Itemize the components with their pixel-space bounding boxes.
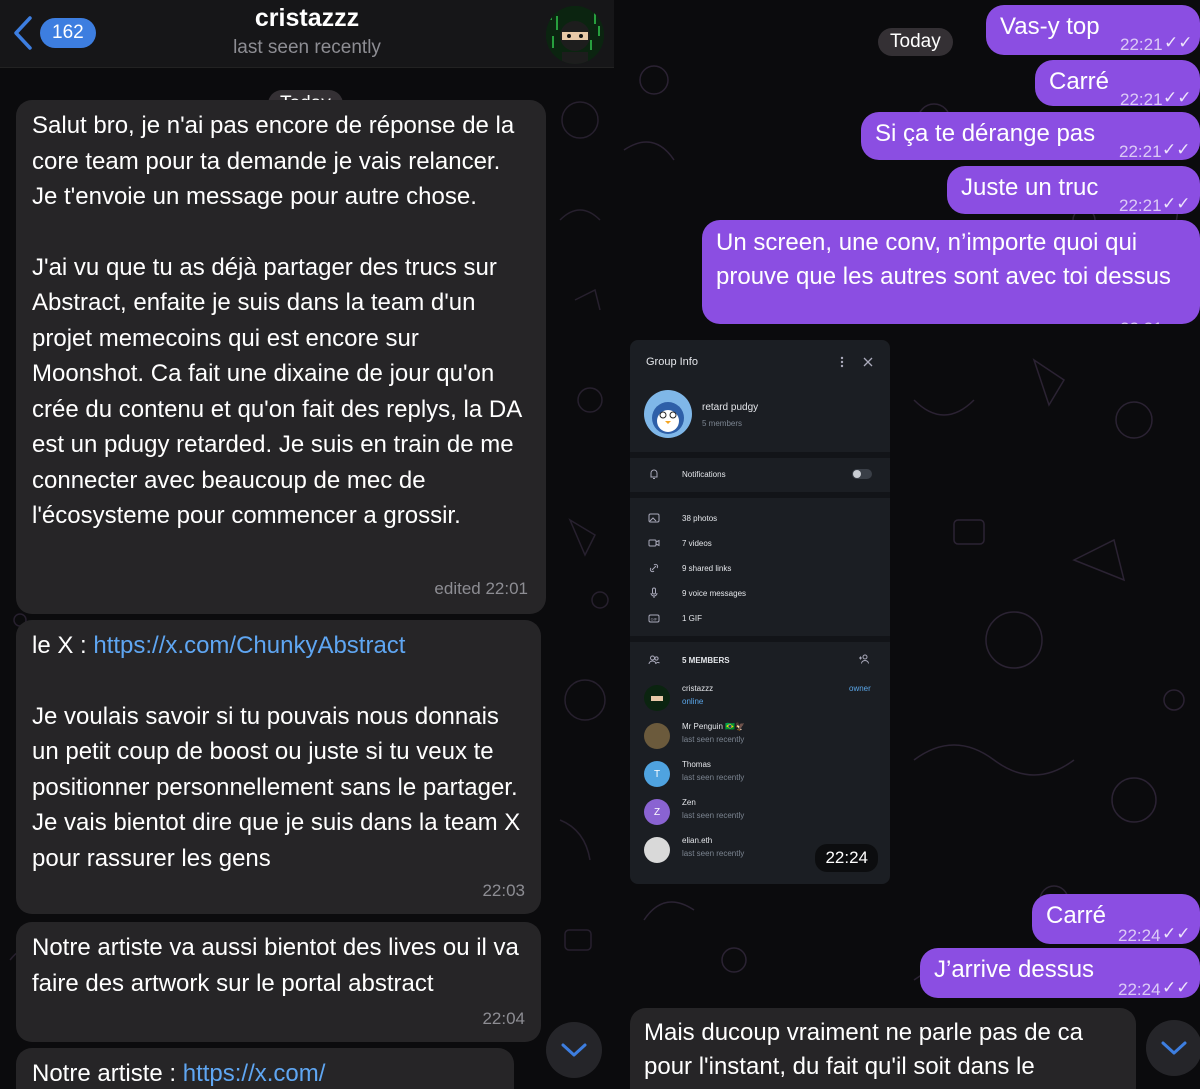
member-status: last seen recently	[682, 849, 745, 858]
avatar: Z	[644, 799, 670, 825]
group-avatar	[644, 390, 692, 438]
divider	[630, 492, 890, 498]
message-text: Vas-y top	[1000, 13, 1100, 40]
left-chat-panel: 162 cristazzz last seen recently Today S…	[0, 0, 614, 1089]
member-name: Thomas	[682, 760, 711, 769]
message-prefix: le X :	[32, 632, 94, 659]
media-gif[interactable]: 1 GIF	[682, 614, 702, 623]
members-icon	[648, 655, 660, 665]
message-bubble[interactable]: Mais ducoup vraiment ne parle pas de ca …	[630, 1008, 1136, 1089]
divider	[630, 636, 890, 642]
photo-icon	[648, 513, 660, 523]
media-photos[interactable]: 38 photos	[682, 514, 717, 523]
chat-header: 162 cristazzz last seen recently	[0, 0, 614, 68]
group-name: retard pudgy	[702, 402, 759, 413]
avatar	[644, 837, 670, 863]
group-member-count: 5 members	[702, 419, 743, 428]
message-text: Un screen, une conv, n’importe quoi qui …	[716, 229, 1171, 290]
media-videos[interactable]: 7 videos	[682, 539, 712, 548]
chat-status: last seen recently	[233, 37, 381, 58]
outgoing-message[interactable]: Vas-y top 22:21 ✓✓	[986, 5, 1200, 55]
media-links[interactable]: 9 shared links	[682, 564, 731, 573]
message-text: Notre artiste va aussi bientot des lives…	[32, 934, 519, 997]
message-time: 22:04	[482, 1008, 525, 1028]
chevron-down-icon	[561, 1043, 587, 1057]
close-icon	[863, 357, 873, 367]
penguin-avatar-image	[652, 402, 684, 434]
double-check-icon: ✓✓	[1162, 978, 1191, 997]
member-name: cristazzz	[682, 684, 714, 693]
message-time: 22:21	[1120, 35, 1163, 54]
outgoing-message[interactable]: Si ça te dérange pas 22:21 ✓✓	[861, 112, 1200, 161]
message-bubble[interactable]: Notre artiste va aussi bientot des lives…	[16, 922, 541, 1042]
group-info-screenshot[interactable]: Group Info retard pudgy 5 members Notifi…	[630, 340, 890, 884]
message-time: 22:21	[1120, 312, 1163, 324]
message-bubble[interactable]: Notre artiste : https://x.com/	[16, 1048, 514, 1089]
message-time: 22:24	[815, 844, 878, 872]
message-link[interactable]: https://x.com/	[183, 1060, 326, 1087]
scroll-down-button[interactable]	[546, 1022, 602, 1078]
member-status: last seen recently	[682, 773, 745, 782]
member-status: last seen recently	[682, 735, 745, 744]
message-time: 22:24	[1118, 980, 1161, 999]
message-time: edited 22:01	[434, 578, 528, 598]
message-text: Si ça te dérange pas	[875, 120, 1096, 147]
member-name: elian.eth	[682, 836, 713, 845]
group-info-title: Group Info	[646, 356, 698, 368]
chat-title[interactable]: cristazzz	[0, 4, 614, 33]
right-chat-panel: Today Vas-y top 22:21 ✓✓ Carré 22:21 ✓✓ …	[614, 0, 1200, 1089]
double-check-icon: ✓✓	[1162, 140, 1191, 159]
message-prefix: Notre artiste :	[32, 1060, 183, 1087]
gif-icon: GIF	[648, 614, 660, 623]
message-time: 22:21	[1119, 196, 1162, 215]
member-status: online	[682, 697, 704, 706]
message-time: 22:21	[1119, 142, 1162, 161]
member-name: Zen	[682, 798, 696, 807]
avatar[interactable]	[546, 6, 604, 64]
message-time: 22:03	[482, 880, 525, 900]
add-member-icon[interactable]	[858, 653, 870, 665]
message-text: J’arrive dessus	[934, 956, 1095, 983]
outgoing-message[interactable]: Carré 22:21 ✓✓	[1035, 60, 1200, 109]
member-status: last seen recently	[682, 811, 745, 820]
message-text: Salut bro, je n'ai pas encore de réponse…	[32, 112, 515, 210]
ninja-avatar-image	[546, 6, 604, 64]
member-name: Mr Penguin 🇧🇷🦅	[682, 722, 746, 731]
outgoing-message[interactable]: J’arrive dessus 22:24 ✓✓	[920, 948, 1200, 999]
media-voice[interactable]: 9 voice messages	[682, 589, 746, 598]
avatar	[644, 685, 670, 711]
member-role: owner	[849, 684, 871, 693]
notifications-toggle[interactable]	[852, 469, 872, 479]
double-check-icon: ✓✓	[1164, 33, 1193, 52]
message-text: Juste un truc	[961, 174, 1099, 201]
double-check-icon: ✓✓	[1163, 88, 1192, 107]
avatar: T	[644, 761, 670, 787]
date-separator: Today	[878, 28, 953, 56]
chevron-down-icon	[1161, 1041, 1187, 1055]
message-text: Carré	[1049, 68, 1110, 95]
svg-text:GIF: GIF	[651, 617, 658, 622]
message-text: Carré	[1046, 902, 1107, 929]
avatar	[644, 723, 670, 749]
outgoing-message[interactable]: Juste un truc 22:21 ✓✓	[947, 166, 1200, 215]
double-check-icon: ✓✓	[1162, 194, 1191, 213]
message-bubble[interactable]: le X : https://x.com/ChunkyAbstract Je v…	[16, 620, 541, 914]
more-icon	[840, 356, 844, 368]
scroll-down-button[interactable]	[1146, 1020, 1200, 1076]
message-text: Mais ducoup vraiment ne parle pas de ca …	[644, 1019, 1083, 1080]
notifications-label: Notifications	[682, 470, 726, 479]
divider	[630, 452, 890, 458]
bell-icon	[650, 469, 658, 479]
members-header: 5 MEMBERS	[682, 656, 730, 665]
outgoing-message[interactable]: Carré 22:24 ✓✓	[1032, 894, 1200, 945]
outgoing-message[interactable]: Un screen, une conv, n’importe quoi qui …	[702, 220, 1200, 324]
message-text: J'ai vu que tu as déjà partager des truc…	[32, 253, 521, 530]
message-text: Je voulais savoir si tu pouvais nous don…	[32, 702, 521, 872]
message-bubble[interactable]: Salut bro, je n'ai pas encore de réponse…	[16, 100, 546, 614]
video-icon	[648, 539, 660, 547]
message-link[interactable]: https://x.com/ChunkyAbstract	[93, 632, 405, 659]
double-check-icon: ✓✓	[1162, 924, 1191, 943]
mic-icon	[650, 587, 658, 598]
link-icon	[649, 563, 659, 573]
